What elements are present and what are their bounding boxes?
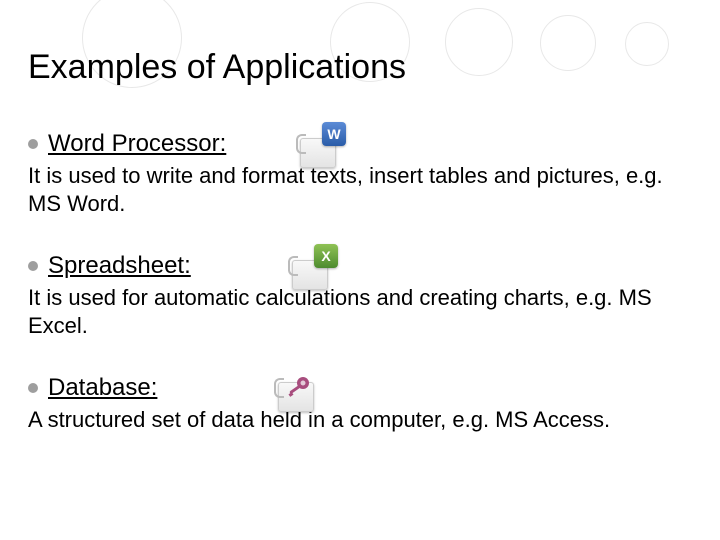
icon-letter: X [321,248,330,264]
ms-access-icon [278,366,324,412]
bullet-icon [28,383,38,393]
term-label: Word Processor: [48,130,226,158]
ms-excel-icon: X [292,244,338,290]
term-description: It is used for automatic calculations an… [28,284,668,339]
decorative-circle [625,22,669,66]
section-spreadsheet: Spreadsheet: It is used for automatic ca… [28,252,690,339]
term-label: Database: [48,374,157,402]
section-word-processor: Word Processor: It is used to write and … [28,130,690,217]
bullet-icon [28,139,38,149]
decorative-circle [540,15,596,71]
decorative-circle [445,8,513,76]
icon-letter: W [327,126,340,142]
slide-title: Examples of Applications [28,48,406,87]
term-label: Spreadsheet: [48,252,191,280]
term-description: It is used to write and format texts, in… [28,162,668,217]
term-description: A structured set of data held in a compu… [28,406,668,434]
key-icon [286,374,312,400]
bullet-icon [28,261,38,271]
ms-word-icon: W [300,122,346,168]
section-database: Database: A structured set of data held … [28,374,690,434]
